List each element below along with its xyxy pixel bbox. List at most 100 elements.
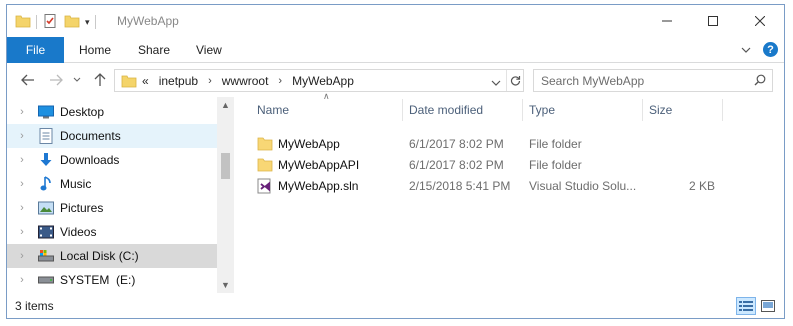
forward-button[interactable] (47, 71, 65, 89)
table-row[interactable]: MyWebAppAPI 6/1/2017 8:02 PM File folder (247, 154, 782, 175)
column-header-name[interactable]: Name (257, 97, 407, 123)
navigation-scrollbar[interactable]: ▲ ▼ (217, 97, 234, 293)
address-history-icon[interactable] (491, 76, 501, 90)
file-type: Visual Studio Solu... (529, 178, 637, 193)
refresh-icon[interactable] (506, 70, 523, 91)
sidebar-item-pictures[interactable]: › Pictures (7, 196, 217, 220)
file-size (649, 154, 715, 175)
tab-view[interactable]: View (196, 37, 222, 63)
table-row[interactable]: MyWebApp 6/1/2017 8:02 PM File folder (247, 133, 782, 154)
sidebar-item-desktop[interactable]: › Desktop (7, 100, 217, 124)
sidebar-item-music[interactable]: › Music (7, 172, 217, 196)
sidebar-item-label: Downloads (60, 153, 120, 167)
up-button[interactable] (91, 71, 109, 89)
file-date: 6/1/2017 8:02 PM (409, 136, 504, 151)
recent-locations-icon[interactable] (71, 71, 83, 89)
table-row[interactable]: MyWebApp.sln 2/15/2018 5:41 PM Visual St… (247, 175, 782, 196)
file-type: File folder (529, 136, 582, 151)
expand-chevron-icon[interactable]: › (7, 202, 37, 214)
folder-icon (15, 13, 31, 32)
expand-chevron-icon[interactable]: › (7, 274, 37, 286)
back-button[interactable] (19, 71, 37, 89)
sidebar-item-videos[interactable]: › Videos (7, 220, 217, 244)
expand-ribbon-icon[interactable] (741, 43, 751, 57)
search-box[interactable] (533, 69, 773, 92)
breadcrumb-mywebapp[interactable]: MyWebApp (292, 74, 354, 88)
folder-icon (257, 154, 277, 175)
music-icon (37, 176, 55, 192)
sidebar-item-label: Pictures (60, 201, 104, 215)
desktop-icon (37, 104, 55, 120)
status-bar: 3 items (7, 293, 784, 318)
breadcrumb-overflow[interactable]: « (142, 74, 149, 88)
visual-studio-solution-icon (257, 175, 277, 196)
ribbon-tabs: File Home Share View ? (7, 37, 784, 63)
folder-icon (257, 133, 277, 154)
column-header-type[interactable]: Type (529, 97, 639, 123)
videos-icon (37, 224, 55, 240)
expand-chevron-icon[interactable]: › (7, 106, 37, 118)
breadcrumb-wwwroot[interactable]: wwwroot (222, 74, 269, 88)
column-divider[interactable] (642, 99, 643, 121)
close-button[interactable] (737, 5, 783, 37)
folder-icon (121, 73, 137, 89)
sidebar-item-label: SYSTEM (E:) (60, 273, 136, 287)
file-date: 2/15/2018 5:41 PM (409, 178, 511, 193)
file-date: 6/1/2017 8:02 PM (409, 157, 504, 172)
sidebar-item-system-drive[interactable]: › SYSTEM (E:) (7, 268, 217, 292)
scroll-down-icon[interactable]: ▼ (217, 277, 234, 293)
help-icon[interactable]: ? (763, 42, 778, 57)
address-bar[interactable]: « inetpub › wwwroot › MyWebApp (114, 69, 524, 92)
sidebar-item-label: Music (60, 177, 92, 191)
file-type: File folder (529, 157, 582, 172)
tab-home[interactable]: Home (79, 37, 111, 63)
column-divider[interactable] (522, 99, 523, 121)
column-divider[interactable] (722, 99, 723, 121)
search-icon[interactable] (754, 74, 766, 89)
expand-chevron-icon[interactable]: › (7, 178, 37, 190)
pictures-icon (37, 200, 55, 216)
scrollbar-thumb[interactable] (221, 153, 230, 179)
expand-chevron-icon[interactable]: › (7, 130, 37, 142)
customize-toolbar-icon[interactable]: ▾ (85, 17, 90, 28)
search-input[interactable] (541, 73, 741, 88)
navigation-pane: › Desktop › Documents › Downloads › Musi… (7, 97, 235, 293)
scroll-up-icon[interactable]: ▲ (217, 97, 234, 113)
file-name: MyWebAppAPI (278, 157, 360, 172)
tab-share[interactable]: Share (138, 37, 170, 63)
explorer-window: ▾ MyWebApp File Home Share View ? « inet… (6, 4, 785, 319)
chevron-right-icon[interactable]: › (278, 75, 282, 87)
column-header-size[interactable]: Size (649, 97, 729, 123)
sidebar-item-label: Videos (60, 225, 97, 239)
column-header-date-modified[interactable]: Date modified (409, 97, 529, 123)
file-name: MyWebApp (278, 136, 340, 151)
large-icons-view-button[interactable] (758, 297, 778, 315)
file-size (649, 133, 715, 154)
window-title: MyWebApp (117, 14, 179, 28)
navigation-bar: « inetpub › wwwroot › MyWebApp (7, 63, 784, 97)
new-folder-icon[interactable] (64, 13, 80, 32)
sidebar-item-label: Documents (60, 129, 121, 143)
maximize-button[interactable] (690, 5, 736, 37)
properties-icon[interactable] (42, 13, 58, 32)
file-name: MyWebApp.sln (278, 178, 359, 193)
column-divider[interactable] (402, 99, 403, 121)
tab-file[interactable]: File (7, 37, 64, 63)
drive-icon (37, 272, 55, 288)
breadcrumb-inetpub[interactable]: inetpub (159, 74, 198, 88)
sidebar-item-local-disk[interactable]: › Local Disk (C:) (7, 244, 217, 268)
minimize-button[interactable] (644, 5, 690, 37)
toolbar-divider (36, 15, 37, 29)
file-list: ∧ Name Date modified Type Size MyWebApp … (247, 91, 782, 293)
expand-chevron-icon[interactable]: › (7, 226, 37, 238)
sidebar-item-downloads[interactable]: › Downloads (7, 148, 217, 172)
documents-icon (37, 128, 55, 144)
quick-access-toolbar: ▾ (15, 13, 101, 31)
expand-chevron-icon[interactable]: › (7, 250, 37, 262)
expand-chevron-icon[interactable]: › (7, 154, 37, 166)
details-view-button[interactable] (736, 297, 756, 315)
local-disk-icon (37, 248, 55, 264)
sidebar-item-documents[interactable]: › Documents (7, 124, 217, 148)
title-bar: ▾ MyWebApp (7, 5, 784, 37)
chevron-right-icon[interactable]: › (208, 75, 212, 87)
